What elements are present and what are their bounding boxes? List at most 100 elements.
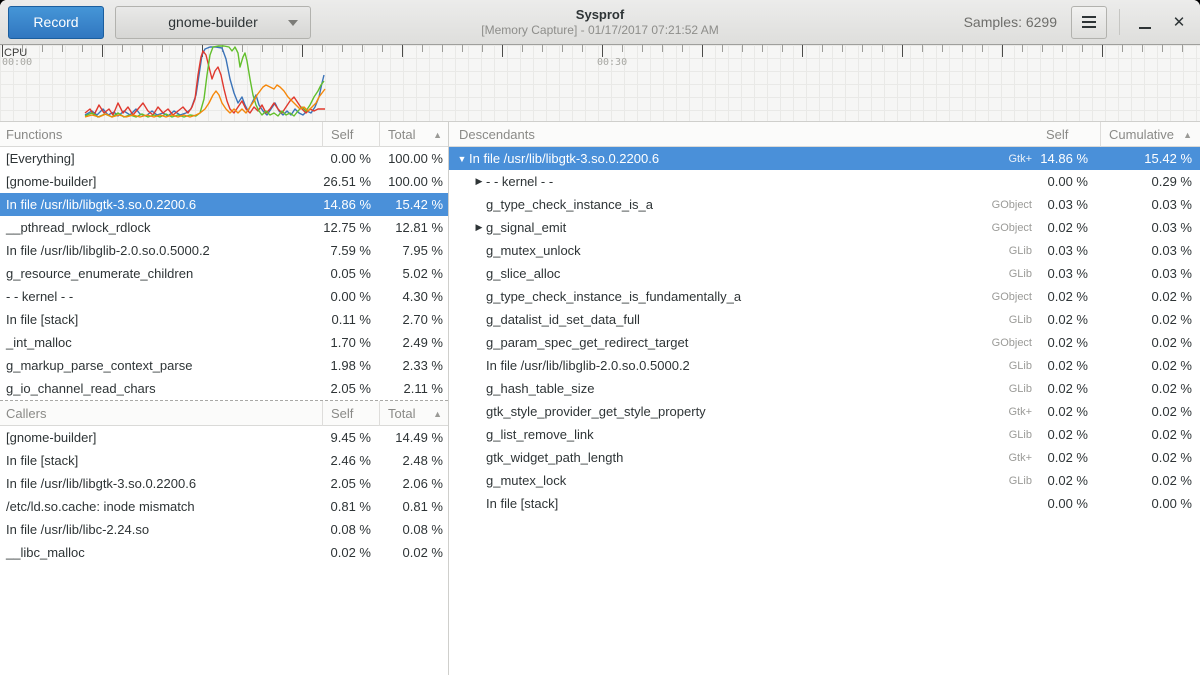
descendants-cumulative-column-header[interactable]: Cumulative ▲ <box>1100 122 1200 147</box>
self-percent: 0.81 % <box>322 499 379 514</box>
function-name: _int_malloc <box>0 335 322 350</box>
caller-row[interactable]: In file [stack]2.46 %2.48 % <box>0 449 448 472</box>
self-percent: 26.51 % <box>322 174 379 189</box>
cumulative-percent: 0.02 % <box>1100 404 1200 419</box>
cpu-line-green <box>85 46 324 117</box>
functions-total-column-header[interactable]: Total ▲ <box>379 122 448 147</box>
cumulative-percent: 0.02 % <box>1100 381 1200 396</box>
close-icon: ✕ <box>1173 13 1186 31</box>
total-column-label: Total <box>388 406 415 421</box>
sort-ascending-icon: ▲ <box>433 409 448 419</box>
self-percent: 0.02 % <box>1040 450 1100 465</box>
descendant-row[interactable]: g_datalist_id_set_data_fullGLib0.02 %0.0… <box>449 308 1200 331</box>
callers-total-column-header[interactable]: Total ▲ <box>379 401 448 426</box>
caller-row[interactable]: [gnome-builder]9.45 %14.49 % <box>0 426 448 449</box>
descendant-row[interactable]: In file [stack]0.00 %0.00 % <box>449 492 1200 515</box>
descendant-row[interactable]: g_type_check_instance_is_fundamentally_a… <box>449 285 1200 308</box>
callers-column-header[interactable]: Callers <box>0 401 322 426</box>
function-name: [gnome-builder] <box>0 174 322 189</box>
self-percent: 0.02 % <box>322 545 379 560</box>
function-row[interactable]: __pthread_rwlock_rdlock12.75 %12.81 % <box>0 216 448 239</box>
process-selector-label: gnome-builder <box>168 14 258 30</box>
function-row[interactable]: In file /usr/lib/libglib-2.0.so.0.5000.2… <box>0 239 448 262</box>
descendant-name: g_mutex_unlock <box>486 243 581 258</box>
functions-table-header: Functions Self Total ▲ <box>0 122 448 147</box>
descendant-name: gtk_style_provider_get_style_property <box>486 404 706 419</box>
expander-expanded-icon[interactable]: ▼ <box>455 154 469 164</box>
function-row[interactable]: g_resource_enumerate_children0.05 %5.02 … <box>0 262 448 285</box>
functions-self-column-header[interactable]: Self <box>322 122 379 147</box>
function-row[interactable]: In file /usr/lib/libgtk-3.so.0.2200.614.… <box>0 193 448 216</box>
library-tag: GLib <box>1009 314 1040 326</box>
total-percent: 100.00 % <box>379 151 448 166</box>
self-percent: 14.86 % <box>322 197 379 212</box>
descendant-row[interactable]: g_list_remove_linkGLib0.02 %0.02 % <box>449 423 1200 446</box>
function-name: [Everything] <box>0 151 322 166</box>
function-row[interactable]: - - kernel - -0.00 %4.30 % <box>0 285 448 308</box>
caller-row[interactable]: __libc_malloc0.02 %0.02 % <box>0 541 448 564</box>
function-row[interactable]: In file [stack]0.11 %2.70 % <box>0 308 448 331</box>
function-name: /etc/ld.so.cache: inode mismatch <box>0 499 322 514</box>
cumulative-percent: 0.03 % <box>1100 197 1200 212</box>
library-tag: GLib <box>1009 268 1040 280</box>
function-name: __pthread_rwlock_rdlock <box>0 220 322 235</box>
function-row[interactable]: _int_malloc1.70 %2.49 % <box>0 331 448 354</box>
cumulative-percent: 0.03 % <box>1100 220 1200 235</box>
descendant-name: g_signal_emit <box>486 220 566 235</box>
self-percent: 2.05 % <box>322 381 379 396</box>
library-tag: GObject <box>992 199 1040 211</box>
functions-column-header[interactable]: Functions <box>0 122 322 147</box>
self-percent: 0.02 % <box>1040 335 1100 350</box>
total-percent: 0.08 % <box>379 522 448 537</box>
record-button[interactable]: Record <box>8 6 104 39</box>
descendants-column-header[interactable]: Descendants <box>449 122 1040 147</box>
caller-row[interactable]: In file /usr/lib/libc-2.24.so0.08 %0.08 … <box>0 518 448 541</box>
function-row[interactable]: g_markup_parse_context_parse1.98 %2.33 % <box>0 354 448 377</box>
descendant-name-cell: g_type_check_instance_is_a GObject <box>449 197 1040 212</box>
descendant-row[interactable]: g_type_check_instance_is_aGObject0.03 %0… <box>449 193 1200 216</box>
function-name: In file /usr/lib/libglib-2.0.so.0.5000.2 <box>0 243 322 258</box>
self-percent: 0.00 % <box>322 151 379 166</box>
total-column-label: Total <box>388 127 415 142</box>
caller-row[interactable]: In file /usr/lib/libgtk-3.so.0.2200.62.0… <box>0 472 448 495</box>
close-button[interactable]: ✕ <box>1166 6 1192 39</box>
descendant-name: g_hash_table_size <box>486 381 594 396</box>
function-name: In file /usr/lib/libc-2.24.so <box>0 522 322 537</box>
callers-self-column-header[interactable]: Self <box>322 401 379 426</box>
function-row[interactable]: [Everything]0.00 %100.00 % <box>0 147 448 170</box>
descendant-row[interactable]: gtk_style_provider_get_style_propertyGtk… <box>449 400 1200 423</box>
descendant-row[interactable]: In file /usr/lib/libglib-2.0.so.0.5000.2… <box>449 354 1200 377</box>
caller-row[interactable]: /etc/ld.so.cache: inode mismatch0.81 %0.… <box>0 495 448 518</box>
minimize-button[interactable] <box>1132 6 1158 39</box>
descendant-row[interactable]: g_slice_allocGLib0.03 %0.03 % <box>449 262 1200 285</box>
descendant-name: g_param_spec_get_redirect_target <box>486 335 688 350</box>
descendant-row[interactable]: g_param_spec_get_redirect_targetGObject0… <box>449 331 1200 354</box>
cpu-timeline-chart[interactable]: CPU 00:00 00:30 <box>0 45 1200 122</box>
descendant-row[interactable]: g_mutex_unlockGLib0.03 %0.03 % <box>449 239 1200 262</box>
descendant-row[interactable]: ▼In file /usr/lib/libgtk-3.so.0.2200.6Gt… <box>449 147 1200 170</box>
chevron-down-icon <box>288 20 298 26</box>
self-percent: 0.11 % <box>322 312 379 327</box>
function-name: - - kernel - - <box>0 289 322 304</box>
descendant-row[interactable]: g_hash_table_sizeGLib0.02 %0.02 % <box>449 377 1200 400</box>
expander-collapsed-icon[interactable]: ▶ <box>472 222 486 233</box>
descendants-self-column-header[interactable]: Self <box>1040 122 1100 147</box>
descendant-row[interactable]: g_mutex_lockGLib0.02 %0.02 % <box>449 469 1200 492</box>
expander-collapsed-icon[interactable]: ▶ <box>472 176 486 187</box>
descendant-row[interactable]: ▶- - kernel - -0.00 %0.29 % <box>449 170 1200 193</box>
process-selector-dropdown[interactable]: gnome-builder <box>115 6 311 39</box>
window-subtitle: [Memory Capture] - 01/17/2017 07:21:52 A… <box>481 23 718 38</box>
function-row[interactable]: g_io_channel_read_chars2.05 %2.11 % <box>0 377 448 400</box>
descendant-name: In file /usr/lib/libgtk-3.so.0.2200.6 <box>469 151 659 166</box>
descendant-name: g_type_check_instance_is_a <box>486 197 653 212</box>
descendant-row[interactable]: gtk_widget_path_lengthGtk+0.02 %0.02 % <box>449 446 1200 469</box>
function-row[interactable]: [gnome-builder]26.51 %100.00 % <box>0 170 448 193</box>
descendant-name-cell: gtk_widget_path_lengthGtk+ <box>449 450 1040 465</box>
cumulative-percent: 0.29 % <box>1100 174 1200 189</box>
descendant-name-cell: g_param_spec_get_redirect_targetGObject <box>449 335 1040 350</box>
function-name: [gnome-builder] <box>0 430 322 445</box>
library-tag: GObject <box>992 222 1040 234</box>
menu-button[interactable] <box>1071 6 1107 39</box>
descendant-row[interactable]: ▶g_signal_emitGObject0.02 %0.03 % <box>449 216 1200 239</box>
cumulative-percent: 0.03 % <box>1100 243 1200 258</box>
